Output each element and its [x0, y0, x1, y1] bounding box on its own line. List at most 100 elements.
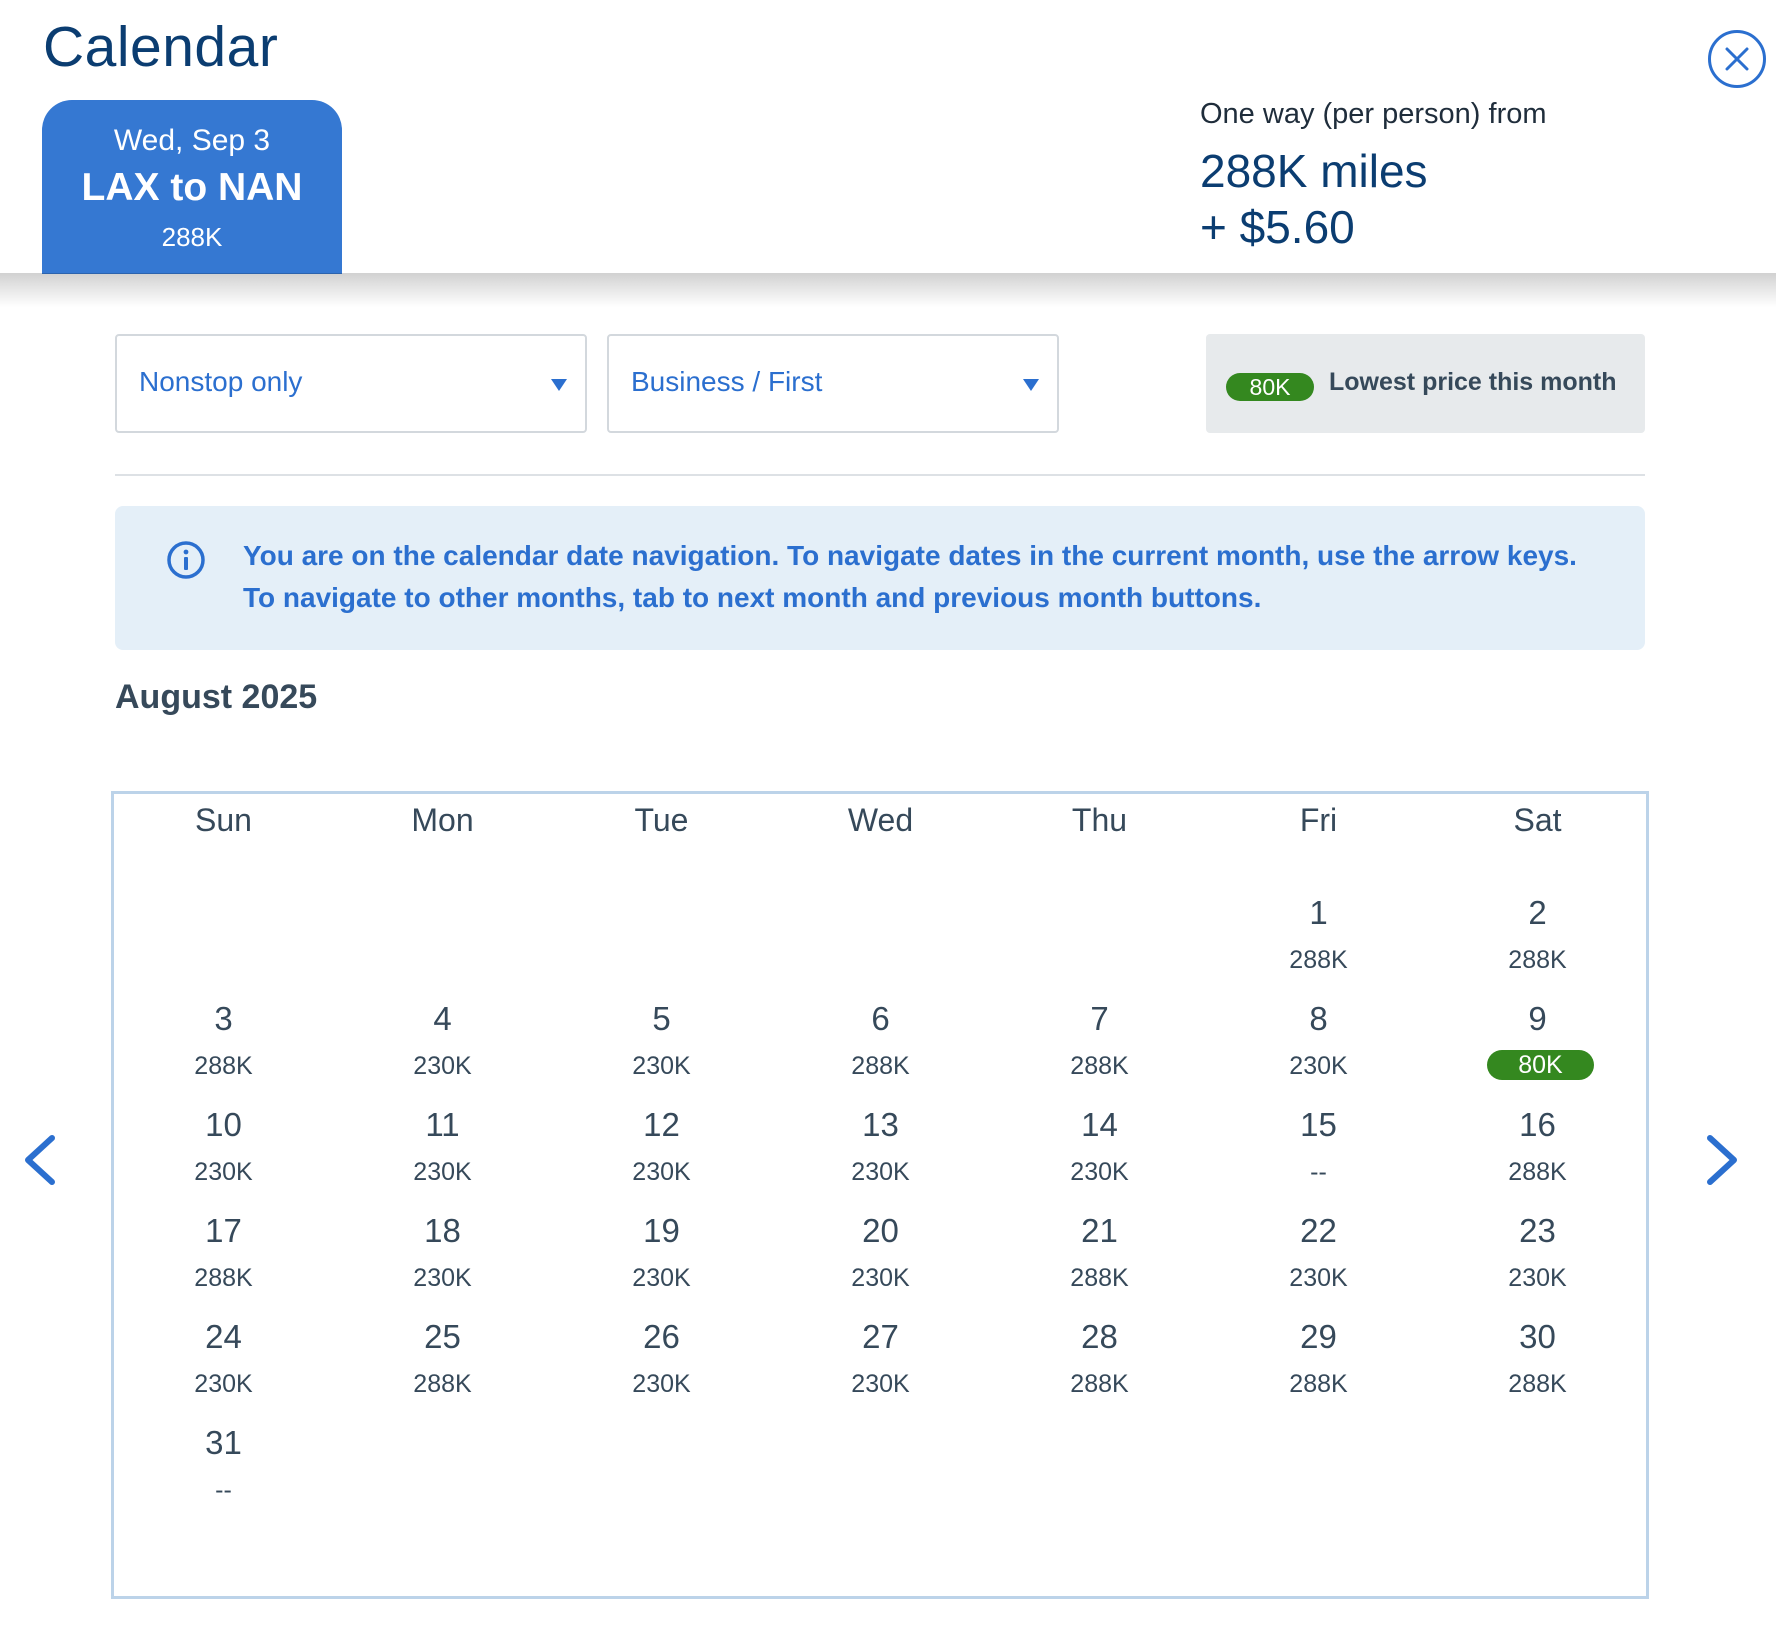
day-number: 5	[652, 1000, 671, 1037]
day-cell[interactable]: 3 288K	[114, 1000, 333, 1120]
day-cell[interactable]: 16 288K	[1428, 1106, 1647, 1226]
day-cell[interactable]: 5 230K	[552, 1000, 771, 1120]
day-cell[interactable]: 15 --	[1209, 1106, 1428, 1226]
chevron-right-icon	[1707, 1135, 1737, 1185]
lowest-price-text: Lowest price this month	[1329, 368, 1617, 396]
caret-down-icon	[1023, 379, 1039, 391]
day-number: 20	[862, 1212, 899, 1249]
day-cell[interactable]: 2 288K	[1428, 894, 1647, 1014]
day-price: 288K	[851, 1052, 910, 1080]
day-cell[interactable]: 11 230K	[333, 1106, 552, 1226]
day-cell[interactable]: 30 288K	[1428, 1318, 1647, 1438]
stops-select[interactable]: Nonstop only	[115, 334, 587, 433]
day-cell[interactable]: 19 230K	[552, 1212, 771, 1332]
day-number: 13	[862, 1106, 899, 1143]
day-number: 3	[214, 1000, 233, 1037]
day-price: 288K	[1070, 1370, 1129, 1398]
flight-route: LAX to NAN	[81, 166, 303, 209]
flight-tab-selected[interactable]: Wed, Sep 3 LAX to NAN 288K	[42, 100, 342, 274]
day-number: 18	[424, 1212, 461, 1249]
day-cell[interactable]: 26 230K	[552, 1318, 771, 1438]
day-price: 230K	[1070, 1158, 1129, 1186]
day-cell[interactable]: 23 230K	[1428, 1212, 1647, 1332]
day-price: --	[215, 1476, 232, 1504]
day-number: 8	[1309, 1000, 1328, 1037]
info-circle-icon	[167, 541, 205, 579]
day-cell[interactable]: 18 230K	[333, 1212, 552, 1332]
page-title: Calendar	[43, 15, 279, 79]
day-cell[interactable]: 7 288K	[990, 1000, 1209, 1120]
day-price: 288K	[1070, 1052, 1129, 1080]
lowest-price-legend: 80K Lowest price this month	[1206, 334, 1645, 433]
day-cell[interactable]: 8 230K	[1209, 1000, 1428, 1120]
header-shadow	[0, 273, 1776, 307]
day-price: 230K	[1289, 1264, 1348, 1292]
day-price: 288K	[194, 1264, 253, 1292]
day-number: 31	[205, 1424, 242, 1461]
day-cell[interactable]: 31 --	[114, 1424, 333, 1544]
day-number: 14	[1081, 1106, 1118, 1143]
day-cell[interactable]: 20 230K	[771, 1212, 990, 1332]
day-price: 230K	[632, 1052, 691, 1080]
day-cell[interactable]: 10 230K	[114, 1106, 333, 1226]
day-cell[interactable]: 27 230K	[771, 1318, 990, 1438]
day-cell[interactable]: 1 288K	[1209, 894, 1428, 1014]
day-price: 288K	[1508, 1370, 1567, 1398]
day-number: 22	[1300, 1212, 1337, 1249]
day-cell[interactable]: 14 230K	[990, 1106, 1209, 1226]
day-price: --	[1310, 1158, 1327, 1186]
day-price: 230K	[1289, 1052, 1348, 1080]
caret-down-icon	[551, 379, 567, 391]
weekday-fri: Fri	[1299, 802, 1338, 838]
day-price: 230K	[851, 1370, 910, 1398]
day-price: 230K	[632, 1158, 691, 1186]
day-price: 288K	[1289, 1370, 1348, 1398]
day-price: 230K	[194, 1370, 253, 1398]
day-price-lowest-badge: 80K	[1487, 1050, 1594, 1080]
weekday-header: Sun Mon Tue Wed Thu Fri Sat	[114, 794, 1646, 854]
day-number: 23	[1519, 1212, 1556, 1249]
calendar-header: Calendar Wed, Sep 3 LAX to NAN 288K One …	[0, 0, 1776, 274]
day-number: 28	[1081, 1318, 1118, 1355]
day-price: 230K	[413, 1264, 472, 1292]
chevron-left-icon	[25, 1135, 55, 1185]
day-number: 16	[1519, 1106, 1556, 1143]
day-price: 288K	[194, 1052, 253, 1080]
day-number: 26	[643, 1318, 680, 1355]
day-number: 27	[862, 1318, 899, 1355]
day-cell[interactable]: 21 288K	[990, 1212, 1209, 1332]
day-cell[interactable]: 13 230K	[771, 1106, 990, 1226]
day-price: 288K	[1508, 946, 1567, 974]
day-price: 230K	[413, 1052, 472, 1080]
day-cell[interactable]: 29 288K	[1209, 1318, 1428, 1438]
day-price: 230K	[413, 1158, 472, 1186]
day-cell[interactable]: 17 288K	[114, 1212, 333, 1332]
day-cell[interactable]: 9 80K	[1428, 1000, 1647, 1120]
day-number: 29	[1300, 1318, 1337, 1355]
previous-month-button[interactable]	[20, 1132, 60, 1193]
close-button[interactable]	[1708, 30, 1766, 88]
day-cell[interactable]: 25 288K	[333, 1318, 552, 1438]
day-cell[interactable]: 22 230K	[1209, 1212, 1428, 1332]
day-number: 12	[643, 1106, 680, 1143]
day-cell[interactable]: 28 288K	[990, 1318, 1209, 1438]
next-month-button[interactable]	[1702, 1132, 1742, 1193]
day-cell[interactable]: 6 288K	[771, 1000, 990, 1120]
day-number: 11	[425, 1106, 460, 1143]
day-number: 19	[643, 1212, 680, 1249]
day-cell[interactable]: 24 230K	[114, 1318, 333, 1438]
day-price: 288K	[413, 1370, 472, 1398]
cabin-select[interactable]: Business / First	[607, 334, 1059, 433]
info-banner: You are on the calendar date navigation.…	[115, 506, 1645, 650]
day-number: 30	[1519, 1318, 1556, 1355]
day-number: 2	[1528, 894, 1547, 931]
day-price: 230K	[851, 1158, 910, 1186]
day-cell[interactable]: 12 230K	[552, 1106, 771, 1226]
day-price: 288K	[1289, 946, 1348, 974]
day-number: 15	[1300, 1106, 1337, 1143]
day-price: 230K	[851, 1264, 910, 1292]
day-cell[interactable]: 4 230K	[333, 1000, 552, 1120]
flight-price: 288K	[161, 222, 223, 252]
weekday-sun: Sun	[195, 802, 252, 838]
weekday-sat: Sat	[1513, 802, 1562, 838]
